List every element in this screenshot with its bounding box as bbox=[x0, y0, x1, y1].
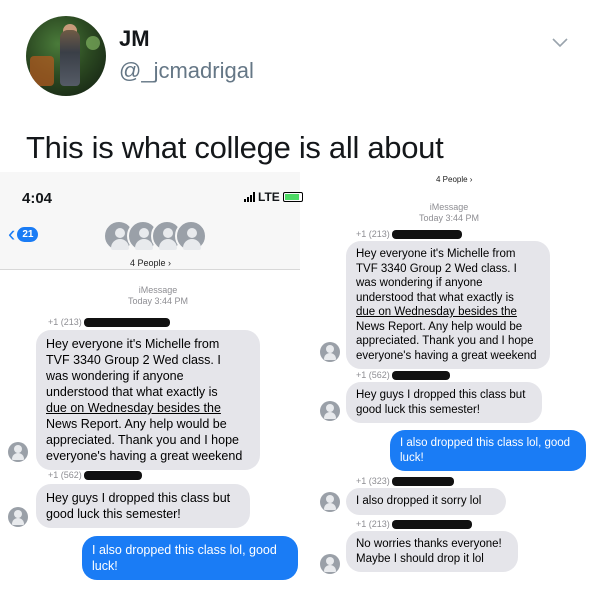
status-indicators: LTE bbox=[244, 190, 303, 204]
message-bubble-incoming[interactable]: Hey everyone it's Michelle from TVF 3340… bbox=[36, 330, 260, 470]
sender-avatar-icon[interactable] bbox=[320, 401, 340, 421]
imessage-time: Today 3:44 PM bbox=[418, 213, 480, 223]
redaction-bar bbox=[83, 470, 142, 480]
message-bubble-incoming[interactable]: No worries thanks everyone! Maybe I shou… bbox=[346, 531, 518, 572]
redaction-bar bbox=[391, 229, 462, 239]
unread-badge: 21 bbox=[17, 226, 39, 242]
sender-label: +1 (213) bbox=[356, 519, 472, 529]
chevron-down-icon[interactable] bbox=[552, 38, 568, 48]
message-bubble-incoming[interactable]: Hey guys I dropped this class but good l… bbox=[36, 484, 250, 528]
sender-avatar-icon[interactable] bbox=[320, 554, 340, 574]
display-name[interactable]: JM bbox=[119, 26, 150, 52]
message-bubble-incoming[interactable]: Hey everyone it's Michelle from TVF 3340… bbox=[346, 241, 550, 369]
attached-screenshots[interactable]: 4:04 LTE ‹ 21 4 People › iMessage Today … bbox=[0, 172, 596, 589]
sender-label: +1 (213) bbox=[356, 229, 462, 239]
profile-avatar[interactable] bbox=[26, 16, 106, 96]
imessage-timestamp: iMessage Today 3:44 PM bbox=[110, 285, 206, 307]
sender-label: +1 (213) bbox=[48, 317, 170, 327]
right-phone-screenshot: 4 People › iMessage Today 3:44 PM +1 (21… bbox=[306, 172, 596, 589]
redaction-bar bbox=[391, 519, 472, 529]
back-button[interactable]: ‹ 21 bbox=[8, 221, 39, 246]
sender-avatar-icon[interactable] bbox=[320, 492, 340, 512]
redaction-bar bbox=[391, 370, 450, 380]
sender-avatar-icon[interactable] bbox=[320, 342, 340, 362]
back-chevron-icon: ‹ bbox=[8, 221, 16, 246]
message-bubble-outgoing[interactable]: I also dropped this class lol, good luck… bbox=[390, 430, 586, 471]
message-bubble-incoming[interactable]: Hey guys I dropped this class but good l… bbox=[346, 382, 542, 423]
left-phone-screenshot: 4:04 LTE ‹ 21 4 People › iMessage Today … bbox=[0, 172, 303, 589]
signal-icon bbox=[244, 192, 255, 202]
imessage-time: Today 3:44 PM bbox=[127, 296, 189, 306]
battery-icon bbox=[282, 192, 303, 202]
sender-label: +1 (562) bbox=[356, 370, 450, 380]
imessage-timestamp: iMessage Today 3:44 PM bbox=[404, 202, 494, 224]
message-bubble-outgoing[interactable]: I also dropped this class lol, good luck… bbox=[82, 536, 298, 580]
user-handle[interactable]: @_jcmadrigal bbox=[119, 58, 254, 84]
status-time: 4:04 bbox=[22, 190, 53, 207]
message-bubble-incoming[interactable]: I also dropped it sorry lol bbox=[346, 488, 506, 515]
tweet-header: JM @_jcmadrigal This is what college is … bbox=[0, 0, 596, 170]
imessage-label: iMessage bbox=[429, 202, 469, 212]
network-label: LTE bbox=[258, 190, 280, 204]
person-icon bbox=[175, 220, 207, 252]
people-count-label[interactable]: 4 People › bbox=[436, 175, 472, 184]
tweet-text: This is what college is all about bbox=[26, 130, 444, 165]
sender-avatar-icon[interactable] bbox=[8, 442, 28, 462]
sender-label: +1 (323) bbox=[356, 476, 454, 486]
sender-avatar-icon[interactable] bbox=[8, 507, 28, 527]
imessage-label: iMessage bbox=[138, 285, 178, 295]
sender-label: +1 (562) bbox=[48, 470, 142, 480]
group-avatars[interactable] bbox=[103, 220, 213, 252]
redaction-bar bbox=[83, 317, 170, 327]
redaction-bar bbox=[391, 476, 454, 486]
people-count-label[interactable]: 4 People › bbox=[130, 258, 171, 268]
